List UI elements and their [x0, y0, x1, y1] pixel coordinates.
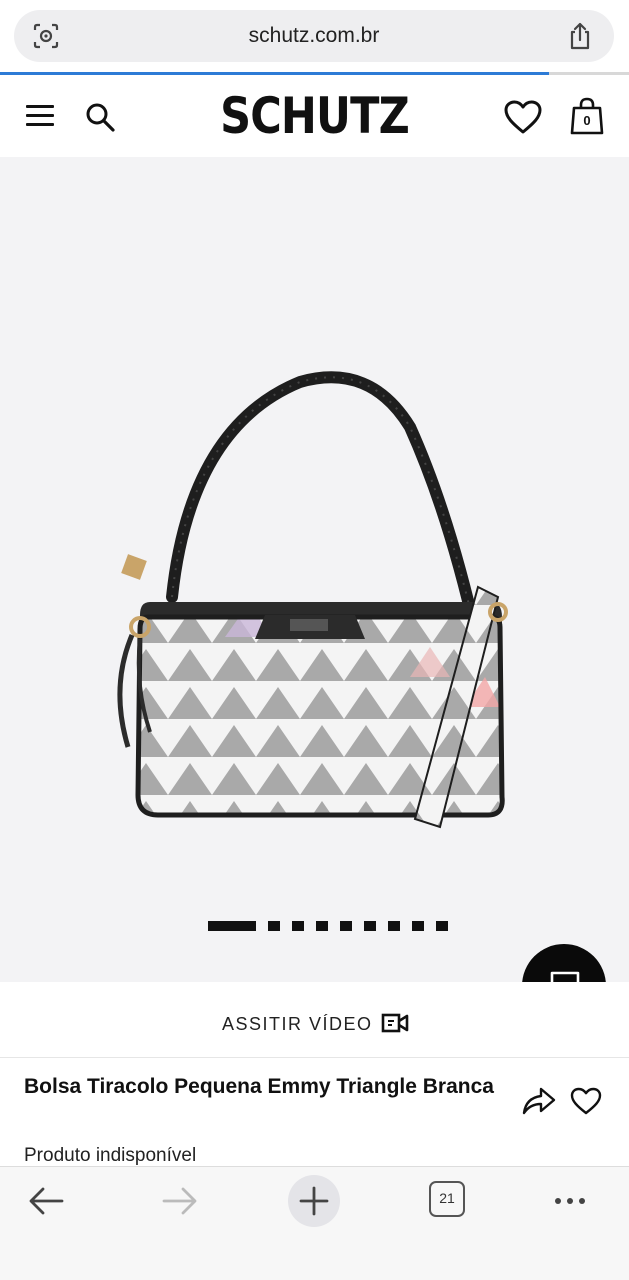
gallery-dot[interactable] [292, 921, 304, 931]
gallery-pagination[interactable] [208, 921, 448, 931]
url-field[interactable]: schutz.com.br [14, 10, 614, 62]
url-text[interactable]: schutz.com.br [14, 24, 614, 48]
video-camera-icon [381, 1013, 409, 1033]
browser-address-bar: schutz.com.br [0, 0, 629, 75]
site-header: SCHUTZ 0 [0, 75, 629, 157]
more-options-icon[interactable] [550, 1183, 590, 1219]
back-arrow-icon[interactable] [26, 1183, 66, 1219]
gallery-dot[interactable] [412, 921, 424, 931]
forward-arrow-icon[interactable] [160, 1183, 200, 1219]
product-image-gallery[interactable] [0, 157, 629, 982]
product-title: Bolsa Tiracolo Pequena Emmy Triangle Bra… [24, 1075, 494, 1098]
gallery-dot[interactable] [316, 921, 328, 931]
share-page-icon[interactable] [566, 21, 594, 51]
share-icon[interactable] [522, 1086, 556, 1116]
gallery-dot[interactable] [340, 921, 352, 931]
plus-icon [299, 1186, 329, 1216]
watch-video-link[interactable]: ASSITIR VÍDEO [0, 982, 629, 1058]
wishlist-heart-icon[interactable] [503, 99, 543, 135]
gallery-dot[interactable] [208, 921, 256, 931]
availability-status: Produto indisponível [24, 1145, 197, 1166]
new-tab-button[interactable] [288, 1175, 340, 1227]
cart-button[interactable]: 0 [570, 97, 604, 135]
watch-video-label[interactable]: ASSITIR VÍDEO [222, 1014, 373, 1035]
gallery-dot[interactable] [364, 921, 376, 931]
cart-count: 0 [583, 113, 591, 128]
browser-toolbar: 21 [0, 1166, 629, 1280]
favorite-heart-icon[interactable] [570, 1086, 602, 1116]
tab-switcher-button[interactable]: 21 [429, 1181, 465, 1217]
gallery-dot[interactable] [436, 921, 448, 931]
product-image[interactable] [80, 267, 520, 837]
gallery-dot[interactable] [388, 921, 400, 931]
gallery-dot[interactable] [268, 921, 280, 931]
